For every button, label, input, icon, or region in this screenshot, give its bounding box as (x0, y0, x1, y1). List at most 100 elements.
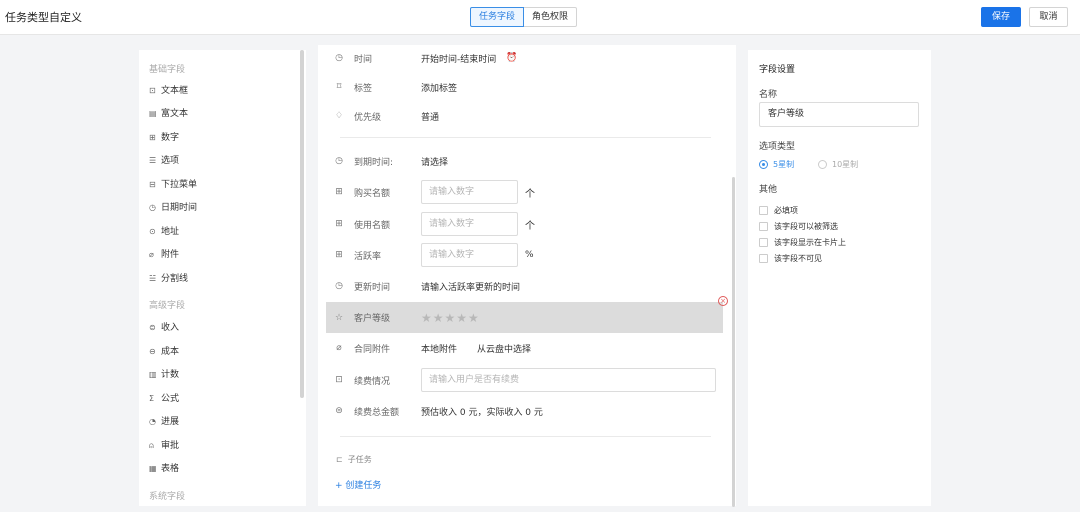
field-contract-attachment: ⌀ 合同附件 本地附件 从云盘中选择 (318, 336, 723, 360)
field-customer-level-selected[interactable]: ☆ 客户等级 ★★★★★ (326, 302, 723, 333)
table-icon: ▦ (149, 464, 157, 473)
palette-item-address[interactable]: ⊙ 地址 (149, 225, 179, 239)
rich-text-icon: ▤ (149, 109, 157, 118)
palette-item-divider[interactable]: ☱ 分割线 (149, 272, 188, 286)
number-icon: ⊞ (149, 133, 156, 142)
palette-item-text-box[interactable]: ⊡ 文本框 (149, 84, 188, 98)
star-rating[interactable]: ★★★★★ (421, 311, 480, 325)
field-priority[interactable]: ♢ 优先级 普通 (318, 104, 723, 128)
checkbox-box (759, 222, 768, 231)
group-system-fields: 系统字段 (149, 492, 186, 502)
cost-icon: ⊖ (149, 347, 156, 356)
option-type-label: 选项类型 (759, 142, 796, 152)
paperclip-icon: ⌀ (149, 250, 154, 259)
palette-scrollbar[interactable] (300, 50, 304, 398)
field-renewal-total: ⊜ 续费总金额 预估收入 0 元，实际收入 0 元 (318, 399, 723, 423)
divider-icon: ☱ (149, 274, 157, 283)
palette-item-dropdown[interactable]: ⊟ 下拉菜单 (149, 178, 197, 192)
field-renewal: ⊡ 续费情况 请输入用户是否有续费 (318, 368, 723, 392)
palette-item-table[interactable]: ▦ 表格 (149, 462, 179, 476)
radio-dot (759, 160, 768, 169)
save-button[interactable]: 保存 (981, 7, 1021, 27)
radio-10-star[interactable]: 10星制 (818, 159, 858, 170)
form-preview: ◷ 时间 开始时间-结束时间 ⏰ ⌑ 标签 添加标签 ♢ 优先级 普通 ◷ 到期… (318, 45, 736, 507)
dropdown-icon: ⊟ (149, 180, 156, 189)
remove-field-icon[interactable]: × (718, 296, 728, 306)
clock-icon: ◷ (335, 53, 343, 63)
palette-item-count[interactable]: ▥ 计数 (149, 368, 179, 382)
settings-title: 字段设置 (759, 65, 796, 75)
checkbox-box (759, 238, 768, 247)
purchase-quota-input[interactable]: 请输入数字 (421, 180, 518, 204)
palette-item-rich-text[interactable]: ▤ 富文本 (149, 107, 188, 121)
other-label: 其他 (759, 185, 778, 195)
income-icon: ⊜ (149, 323, 156, 332)
clock-icon: ◷ (149, 203, 156, 212)
checkbox-box (759, 206, 768, 215)
palette-item-number[interactable]: ⊞ 数字 (149, 131, 179, 145)
count-icon: ▥ (149, 370, 157, 379)
checkbox-show-on-card[interactable]: 该字段显示在卡片上 (759, 237, 846, 248)
list-icon: ☰ (149, 156, 157, 165)
group-basic-fields: 基础字段 (149, 65, 186, 75)
radio-5-star[interactable]: 5星制 (759, 159, 794, 170)
renewal-input[interactable]: 请输入用户是否有续费 (421, 368, 716, 392)
checkbox-box (759, 254, 768, 263)
field-purchase-quota: ⊞ 购买名额 请输入数字 个 (318, 180, 723, 204)
clock-icon: ◷ (335, 281, 343, 291)
checkbox-required[interactable]: 必填项 (759, 205, 798, 216)
field-usage-quota: ⊞ 使用名额 请输入数字 个 (318, 212, 723, 236)
section-divider (340, 137, 711, 138)
field-tags[interactable]: ⌑ 标签 添加标签 (318, 75, 723, 99)
sigma-icon: Σ (149, 394, 155, 403)
section-divider (340, 436, 711, 437)
radio-dot (818, 160, 827, 169)
create-task-link[interactable]: + 创建任务 (335, 478, 381, 491)
top-bar: 任务类型自定义 任务字段 角色权限 保存 取消 (0, 0, 1080, 35)
paperclip-icon: ⌀ (336, 343, 342, 353)
unit-label: 个 (525, 188, 535, 200)
activity-rate-input[interactable]: 请输入数字 (421, 243, 518, 267)
field-settings-panel: 字段设置 名称 客户等级 选项类型 5星制 10星制 其他 必填项 该字段可以被… (748, 50, 931, 506)
palette-item-attachment[interactable]: ⌀ 附件 (149, 248, 179, 262)
checkbox-hidden[interactable]: 该字段不可见 (759, 253, 822, 264)
cloud-attachment-link[interactable]: 从云盘中选择 (477, 342, 531, 355)
alarm-icon[interactable]: ⏰ (506, 53, 518, 63)
checkbox-filterable[interactable]: 该字段可以被筛选 (759, 221, 838, 232)
field-palette: 基础字段 ⊡ 文本框 ▤ 富文本 ⊞ 数字 ☰ 选项 ⊟ 下拉菜单 ◷ 日期时间 ⊙ 地址 ⌀… (139, 50, 306, 506)
field-update-time[interactable]: ◷ 更新时间 请输入活跃率更新的时间 (318, 274, 723, 298)
tab-group: 任务字段 角色权限 (470, 7, 578, 27)
tab-role-permissions[interactable]: 角色权限 (524, 7, 578, 27)
palette-item-cost[interactable]: ⊖ 成本 (149, 345, 179, 359)
field-due-time[interactable]: ◷ 到期时间: 请选择 (318, 149, 723, 173)
progress-icon: ◔ (149, 417, 156, 426)
group-advanced-fields: 高级字段 (149, 301, 186, 311)
palette-item-datetime[interactable]: ◷ 日期时间 (149, 201, 197, 215)
page-title: 任务类型自定义 (5, 11, 82, 24)
preview-scrollbar[interactable] (732, 177, 735, 507)
income-icon: ⊜ (335, 406, 343, 416)
palette-item-income[interactable]: ⊜ 收入 (149, 321, 179, 335)
palette-item-formula[interactable]: Σ 公式 (149, 392, 179, 406)
text-box-icon: ⊡ (335, 375, 343, 385)
palette-item-options[interactable]: ☰ 选项 (149, 154, 179, 168)
local-attachment-link[interactable]: 本地附件 (421, 342, 457, 355)
field-name-input[interactable]: 客户等级 (759, 102, 919, 127)
bookmark-icon: ⌑ (336, 82, 342, 92)
subtask-label: ⊏ 子任务 (336, 455, 372, 464)
name-label: 名称 (759, 90, 778, 100)
bulb-icon: ♢ (334, 111, 344, 121)
palette-item-progress[interactable]: ◔ 进展 (149, 415, 179, 429)
location-icon: ⊙ (149, 227, 156, 236)
clock-icon: ◷ (335, 156, 343, 166)
unit-label: 个 (525, 220, 535, 232)
palette-item-approval[interactable]: ⍝ 审批 (149, 439, 179, 453)
field-time[interactable]: ◷ 时间 开始时间-结束时间 ⏰ (318, 46, 723, 70)
tab-task-fields[interactable]: 任务字段 (470, 7, 525, 27)
field-activity-rate: ⊞ 活跃率 请输入数字 % (318, 243, 723, 267)
number-icon: ⊞ (335, 219, 343, 229)
number-icon: ⊞ (335, 187, 343, 197)
cancel-button[interactable]: 取消 (1029, 7, 1068, 27)
text-box-icon: ⊡ (149, 86, 156, 95)
usage-quota-input[interactable]: 请输入数字 (421, 212, 518, 236)
